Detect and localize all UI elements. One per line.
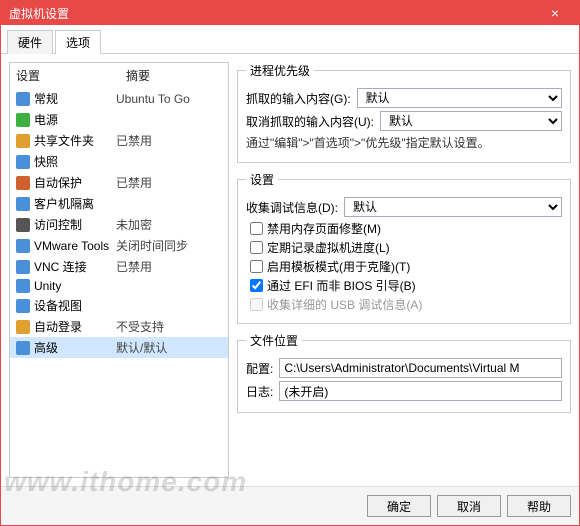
list-item[interactable]: Unity <box>10 277 228 295</box>
settings-list: 设置 摘要 常规Ubuntu To Go电源共享文件夹已禁用快照自动保护已禁用客… <box>9 62 229 478</box>
item-icon <box>16 134 30 148</box>
item-name: 快照 <box>34 153 58 170</box>
item-summary: 不受支持 <box>116 318 164 335</box>
item-icon <box>16 279 30 293</box>
help-button[interactable]: 帮助 <box>507 495 571 517</box>
select-grabbed[interactable]: 默认 <box>357 88 562 108</box>
group-priority: 进程优先级 抓取的输入内容(G): 默认 取消抓取的输入内容(U): 默认 通过… <box>237 62 571 163</box>
list-item[interactable]: 常规 Ubuntu To Go <box>10 88 228 109</box>
list-header: 设置 摘要 <box>10 63 228 88</box>
item-name: 共享文件夹 <box>34 132 94 149</box>
tab-hardware[interactable]: 硬件 <box>7 30 53 54</box>
item-name: 自动登录 <box>34 318 82 335</box>
item-summary: 默认/默认 <box>116 339 167 356</box>
item-icon <box>16 155 30 169</box>
item-icon <box>16 218 30 232</box>
item-summary: 已禁用 <box>116 174 152 191</box>
cancel-button[interactable]: 取消 <box>437 495 501 517</box>
list-item[interactable]: 访问控制 未加密 <box>10 214 228 235</box>
list-item[interactable]: 客户机隔离 <box>10 193 228 214</box>
item-icon <box>16 176 30 190</box>
list-item[interactable]: 共享文件夹 已禁用 <box>10 130 228 151</box>
item-icon <box>16 113 30 127</box>
item-name: Unity <box>34 279 61 293</box>
legend-settings: 设置 <box>246 171 278 188</box>
priority-hint: 通过"编辑">"首选项">"优先级"指定默认设置。 <box>246 134 490 151</box>
item-icon <box>16 239 30 253</box>
item-name: 自动保护 <box>34 174 82 191</box>
item-name: 高级 <box>34 339 58 356</box>
item-name: 访问控制 <box>34 216 82 233</box>
item-name: 设备视图 <box>34 297 82 314</box>
list-item[interactable]: VMware Tools 关闭时间同步 <box>10 235 228 256</box>
col-setting: 设置 <box>16 67 126 84</box>
window-title: 虚拟机设置 <box>9 5 69 22</box>
footer: 确定 取消 帮助 <box>1 486 579 525</box>
item-icon <box>16 197 30 211</box>
item-summary: 未加密 <box>116 216 152 233</box>
tab-options[interactable]: 选项 <box>55 30 101 54</box>
close-icon[interactable]: × <box>539 5 571 21</box>
label-config: 配置: <box>246 360 273 377</box>
item-icon <box>16 260 30 274</box>
cb-template[interactable]: 启用模板模式(用于克隆)(T) <box>250 258 562 275</box>
legend-fileloc: 文件位置 <box>246 332 302 349</box>
item-summary: 关闭时间同步 <box>116 237 188 254</box>
list-item[interactable]: 自动保护 已禁用 <box>10 172 228 193</box>
input-log[interactable] <box>279 381 562 401</box>
legend-priority: 进程优先级 <box>246 62 314 79</box>
list-item[interactable]: 自动登录 不受支持 <box>10 316 228 337</box>
list-item[interactable]: 快照 <box>10 151 228 172</box>
tab-bar: 硬件 选项 <box>1 25 579 54</box>
label-debug: 收集调试信息(D): <box>246 199 338 216</box>
list-item[interactable]: 设备视图 <box>10 295 228 316</box>
ok-button[interactable]: 确定 <box>367 495 431 517</box>
group-settings: 设置 收集调试信息(D): 默认 禁用内存页面修整(M) 定期记录虚拟机进度(L… <box>237 171 571 324</box>
list-item[interactable]: VNC 连接 已禁用 <box>10 256 228 277</box>
group-fileloc: 文件位置 配置: 日志: <box>237 332 571 413</box>
item-summary: 已禁用 <box>116 258 152 275</box>
list-item[interactable]: 电源 <box>10 109 228 130</box>
label-log: 日志: <box>246 383 273 400</box>
col-summary: 摘要 <box>126 67 150 84</box>
cb-memtrim[interactable]: 禁用内存页面修整(M) <box>250 220 562 237</box>
item-icon <box>16 341 30 355</box>
item-name: VNC 连接 <box>34 258 87 275</box>
cb-logprogress[interactable]: 定期记录虚拟机进度(L) <box>250 239 562 256</box>
select-debug[interactable]: 默认 <box>344 197 562 217</box>
item-icon <box>16 92 30 106</box>
titlebar: 虚拟机设置 × <box>1 1 579 25</box>
item-name: VMware Tools <box>34 239 109 253</box>
item-name: 电源 <box>34 111 58 128</box>
list-item[interactable]: 高级 默认/默认 <box>10 337 228 358</box>
input-config[interactable] <box>279 358 562 378</box>
item-name: 常规 <box>34 90 58 107</box>
item-summary: Ubuntu To Go <box>116 92 190 106</box>
cb-usbdebug: 收集详细的 USB 调试信息(A) <box>250 296 562 313</box>
cb-efi[interactable]: 通过 EFI 而非 BIOS 引导(B) <box>250 277 562 294</box>
item-summary: 已禁用 <box>116 132 152 149</box>
label-grabbed: 抓取的输入内容(G): <box>246 90 351 107</box>
select-ungrabbed[interactable]: 默认 <box>380 111 562 131</box>
label-ungrabbed: 取消抓取的输入内容(U): <box>246 113 374 130</box>
item-name: 客户机隔离 <box>34 195 94 212</box>
item-icon <box>16 299 30 313</box>
item-icon <box>16 320 30 334</box>
